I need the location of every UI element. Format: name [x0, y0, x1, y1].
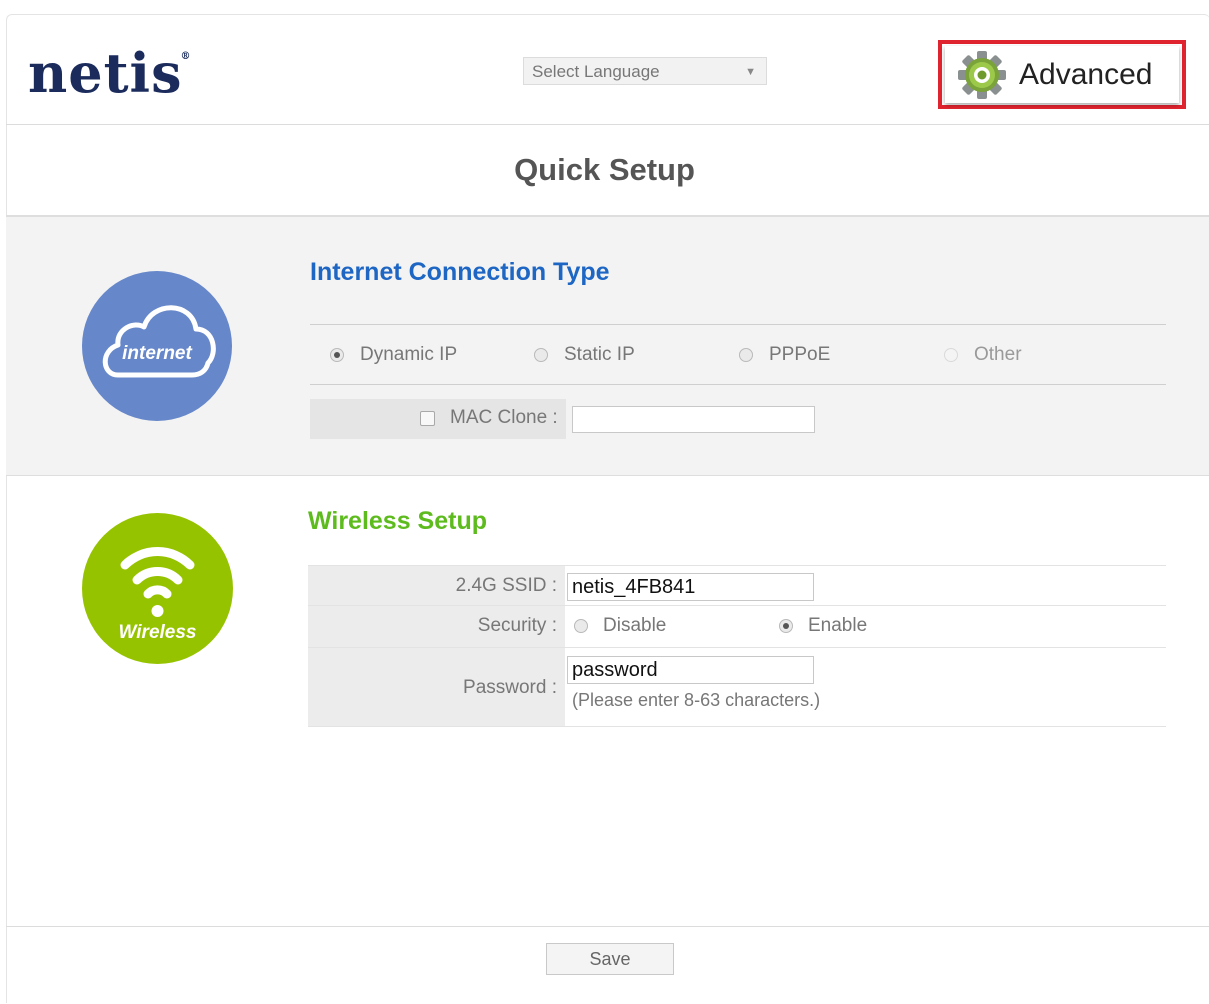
- ssid-label: 2.4G SSID :: [455, 575, 557, 596]
- pppoe-radio[interactable]: [739, 348, 753, 362]
- wireless-icon-label: Wireless: [118, 622, 197, 643]
- dynamic-ip-label: Dynamic IP: [360, 344, 458, 365]
- advanced-label: Advanced: [1019, 57, 1153, 91]
- internet-icon-label: internet: [122, 343, 192, 364]
- other-label: Other: [974, 344, 1022, 365]
- row-divider: [308, 647, 1166, 648]
- security-label: Security :: [477, 615, 557, 636]
- logo-text: netis: [28, 41, 183, 105]
- wireless-setup-title: Wireless Setup: [308, 507, 488, 535]
- mac-clone-label: MAC Clone :: [450, 407, 558, 428]
- footer-divider: [6, 926, 1209, 927]
- mac-clone-input[interactable]: [572, 406, 815, 433]
- dynamic-ip-radio[interactable]: [330, 348, 344, 362]
- security-enable-label: Enable: [808, 615, 868, 636]
- dropdown-arrow-icon: ▼: [745, 66, 756, 78]
- internet-connection-type-title: Internet Connection Type: [310, 258, 610, 286]
- pppoe-label: PPPoE: [769, 344, 831, 365]
- header-divider: [6, 124, 1209, 125]
- static-ip-radio[interactable]: [534, 348, 548, 362]
- password-hint: (Please enter 8-63 characters.): [572, 690, 821, 710]
- other-radio[interactable]: [944, 348, 958, 362]
- password-input[interactable]: password: [567, 656, 814, 684]
- registered-mark: ®: [180, 51, 192, 62]
- row-divider: [308, 565, 1166, 566]
- section-divider: [310, 324, 1166, 325]
- language-select[interactable]: Select Language ▼: [523, 57, 767, 85]
- row-divider: [308, 605, 1166, 606]
- security-enable-radio[interactable]: [779, 619, 793, 633]
- gear-icon: [958, 50, 1006, 99]
- section-divider: [310, 384, 1166, 385]
- netis-logo: netis®: [28, 46, 191, 100]
- mac-clone-checkbox[interactable]: [420, 411, 435, 426]
- page-title: Quick Setup: [514, 152, 695, 187]
- save-button[interactable]: Save: [546, 943, 674, 975]
- language-select-value: Select Language: [532, 62, 660, 81]
- password-label: Password :: [463, 677, 557, 698]
- static-ip-label: Static IP: [564, 344, 635, 365]
- security-disable-label: Disable: [603, 615, 667, 636]
- security-disable-radio[interactable]: [574, 619, 588, 633]
- row-divider: [308, 726, 1166, 727]
- advanced-button[interactable]: Advanced: [945, 46, 1179, 103]
- ssid-input[interactable]: netis_4FB841: [567, 573, 814, 601]
